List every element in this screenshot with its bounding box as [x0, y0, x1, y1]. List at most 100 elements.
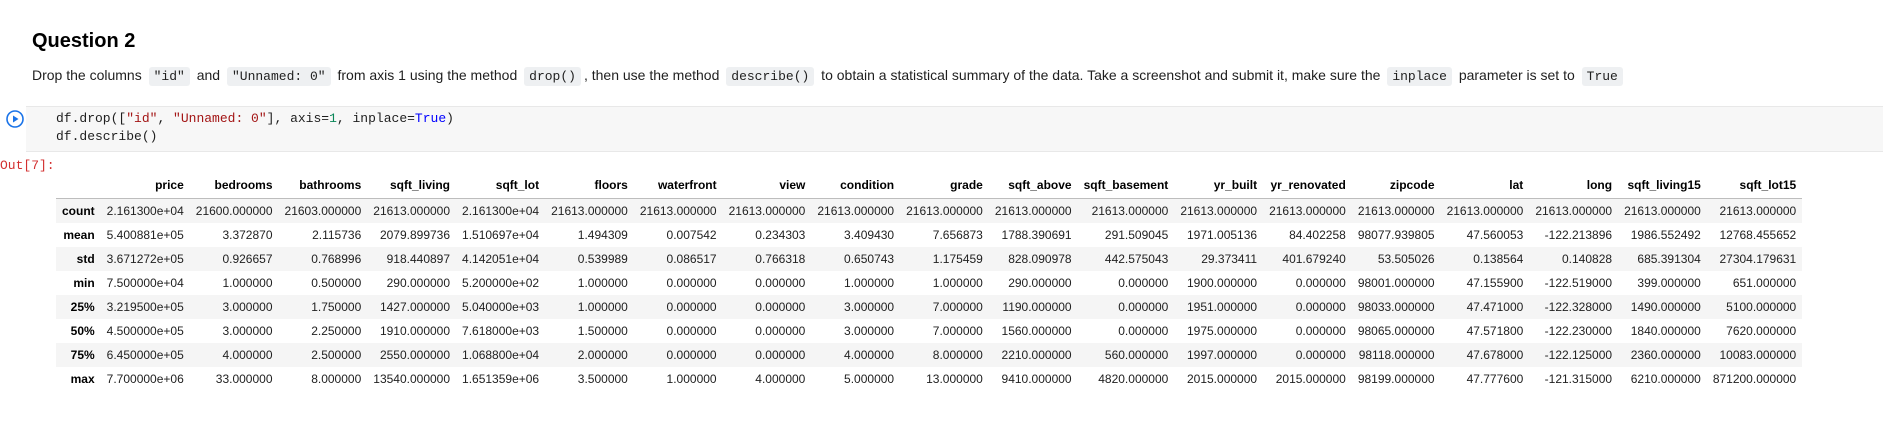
row-label: 75%: [70, 348, 95, 362]
table-cell: 1900.000000: [1186, 276, 1258, 290]
table-cell: 828.090978: [1008, 252, 1072, 266]
table-cell: 1986.552492: [1630, 228, 1701, 242]
table-row: 50% 4.500000e+05 3.000000 2.250000 1910.0000…: [56, 319, 1802, 343]
table-cell: 1971.005136: [1186, 228, 1258, 242]
table-cell: 1.750000: [311, 300, 362, 314]
table-cell: 8.000000: [932, 348, 983, 362]
column-header: price: [100, 172, 190, 199]
column-header: sqft_living: [367, 172, 457, 199]
table-cell: 0.000000: [666, 300, 717, 314]
table-cell: 12768.455652: [1719, 228, 1797, 242]
table-cell: 1975.000000: [1186, 324, 1258, 338]
table-cell: 47.777600: [1466, 372, 1524, 386]
table-cell: 98065.000000: [1357, 324, 1435, 338]
table-cell: 4.000000: [755, 372, 806, 386]
table-cell: 4.000000: [844, 348, 895, 362]
table-cell: 21613.000000: [906, 204, 983, 218]
table-cell: 9410.000000: [1001, 372, 1072, 386]
table-cell: 47.560053: [1466, 228, 1524, 242]
column-header: waterfront: [633, 172, 723, 199]
inline-code-id: "id": [148, 67, 190, 86]
table-cell: 2.161300e+04: [462, 204, 540, 218]
table-cell: 0.000000: [666, 348, 717, 362]
output-prompt: Out[7]:: [0, 158, 55, 173]
table-cell: 0.768996: [311, 252, 362, 266]
table-cell: 1.000000: [577, 276, 628, 290]
table-cell: 1.175459: [932, 252, 983, 266]
table-cell: 7.618000e+03: [462, 324, 540, 338]
table-cell: 2.115736: [312, 228, 362, 242]
table-cell: 5.200000e+02: [462, 276, 540, 290]
table-cell: 0.138564: [1473, 252, 1524, 266]
column-header: yr_built: [1174, 172, 1264, 199]
column-header: sqft_living15: [1618, 172, 1707, 199]
table-row: max 7.700000e+06 33.000000 8.000000 13540.00…: [56, 367, 1802, 391]
table-cell: 290.000000: [1008, 276, 1072, 290]
table-row: 25% 3.219500e+05 3.000000 1.750000 1427.0000…: [56, 295, 1803, 319]
table-cell: 0.000000: [1118, 324, 1169, 338]
table-cell: 3.372870: [222, 228, 273, 242]
table-cell: 0.000000: [666, 324, 717, 338]
table-cell: 0.000000: [755, 324, 806, 338]
instruction-text: from axis 1 using the method: [333, 67, 522, 83]
table-cell: 21613.000000: [1446, 204, 1524, 218]
table-cell: -122.213896: [1544, 228, 1613, 242]
table-cell: 1427.000000: [379, 300, 451, 314]
table-cell: 33.000000: [215, 372, 273, 386]
table-cell: 3.000000: [844, 324, 895, 338]
run-cell-button[interactable]: [6, 110, 24, 128]
table-cell: 1.494309: [577, 228, 628, 242]
table-cell: 1.500000: [577, 324, 628, 338]
inline-code-describe: describe(): [726, 67, 815, 86]
table-cell: 1.000000: [222, 276, 273, 290]
instruction-text: and: [192, 67, 224, 83]
row-label: min: [73, 276, 95, 290]
code-line-2[interactable]: df.describe(): [56, 129, 157, 144]
instruction-text: Drop the columns: [32, 67, 146, 83]
column-header: sqft_lot: [456, 172, 546, 199]
table-cell: 290.000000: [386, 276, 451, 290]
row-label: mean: [63, 228, 95, 242]
table-cell: 0.766318: [755, 252, 806, 266]
table-cell: 2550.000000: [379, 348, 451, 362]
table-cell: 0.000000: [1118, 300, 1169, 314]
table-cell: 98077.939805: [1357, 228, 1435, 242]
table-cell: 0.000000: [666, 276, 717, 290]
table-cell: 1490.000000: [1630, 300, 1701, 314]
table-cell: 47.678000: [1466, 348, 1524, 362]
table-cell: 399.000000: [1637, 276, 1701, 290]
row-label: count: [62, 204, 95, 218]
table-cell: 98118.000000: [1358, 348, 1435, 362]
row-label: 50%: [70, 324, 95, 338]
table-cell: 1560.000000: [1001, 324, 1072, 338]
table-cell: 2.500000: [311, 348, 362, 362]
table-cell: 2015.000000: [1275, 372, 1346, 386]
table-cell: 21613.000000: [373, 204, 451, 218]
table-cell: 1.510697e+04: [462, 228, 540, 242]
table-cell: 8.000000: [311, 372, 362, 386]
question-instructions: Drop the columns "id" and "Unnamed: 0" f…: [32, 64, 1626, 88]
table-cell: 3.671272e+05: [106, 252, 184, 266]
code-cell-editor[interactable]: df.drop(["id", "Unnamed: 0"], axis=1, in…: [26, 106, 1883, 152]
table-row: count 2.161300e+04 21600.000000 21603.00000…: [56, 198, 1803, 223]
column-header: zipcode: [1351, 172, 1441, 199]
column-header: bathrooms: [278, 172, 368, 199]
table-cell: 5.400881e+05: [106, 228, 184, 242]
column-header: sqft_basement: [1077, 172, 1175, 199]
table-cell: 5.040000e+03: [462, 300, 540, 314]
table-cell: 0.000000: [1295, 348, 1346, 362]
table-cell: 2.250000: [311, 324, 362, 338]
table-cell: 7.000000: [932, 300, 983, 314]
table-cell: 84.402258: [1289, 228, 1346, 242]
table-cell: 0.234303: [755, 228, 806, 242]
row-label: 25%: [70, 300, 95, 314]
table-cell: 3.500000: [577, 372, 628, 386]
table-cell: 0.000000: [755, 348, 806, 362]
table-cell: 0.650743: [844, 252, 895, 266]
code-line-1[interactable]: df.drop(["id", "Unnamed: 0"], axis=1, in…: [56, 111, 454, 126]
table-cell: 7.656873: [932, 228, 983, 242]
table-cell: 1951.000000: [1186, 300, 1258, 314]
table-cell: 10083.000000: [1719, 348, 1797, 362]
table-cell: 7.700000e+06: [106, 372, 184, 386]
table-cell: 21613.000000: [817, 204, 895, 218]
